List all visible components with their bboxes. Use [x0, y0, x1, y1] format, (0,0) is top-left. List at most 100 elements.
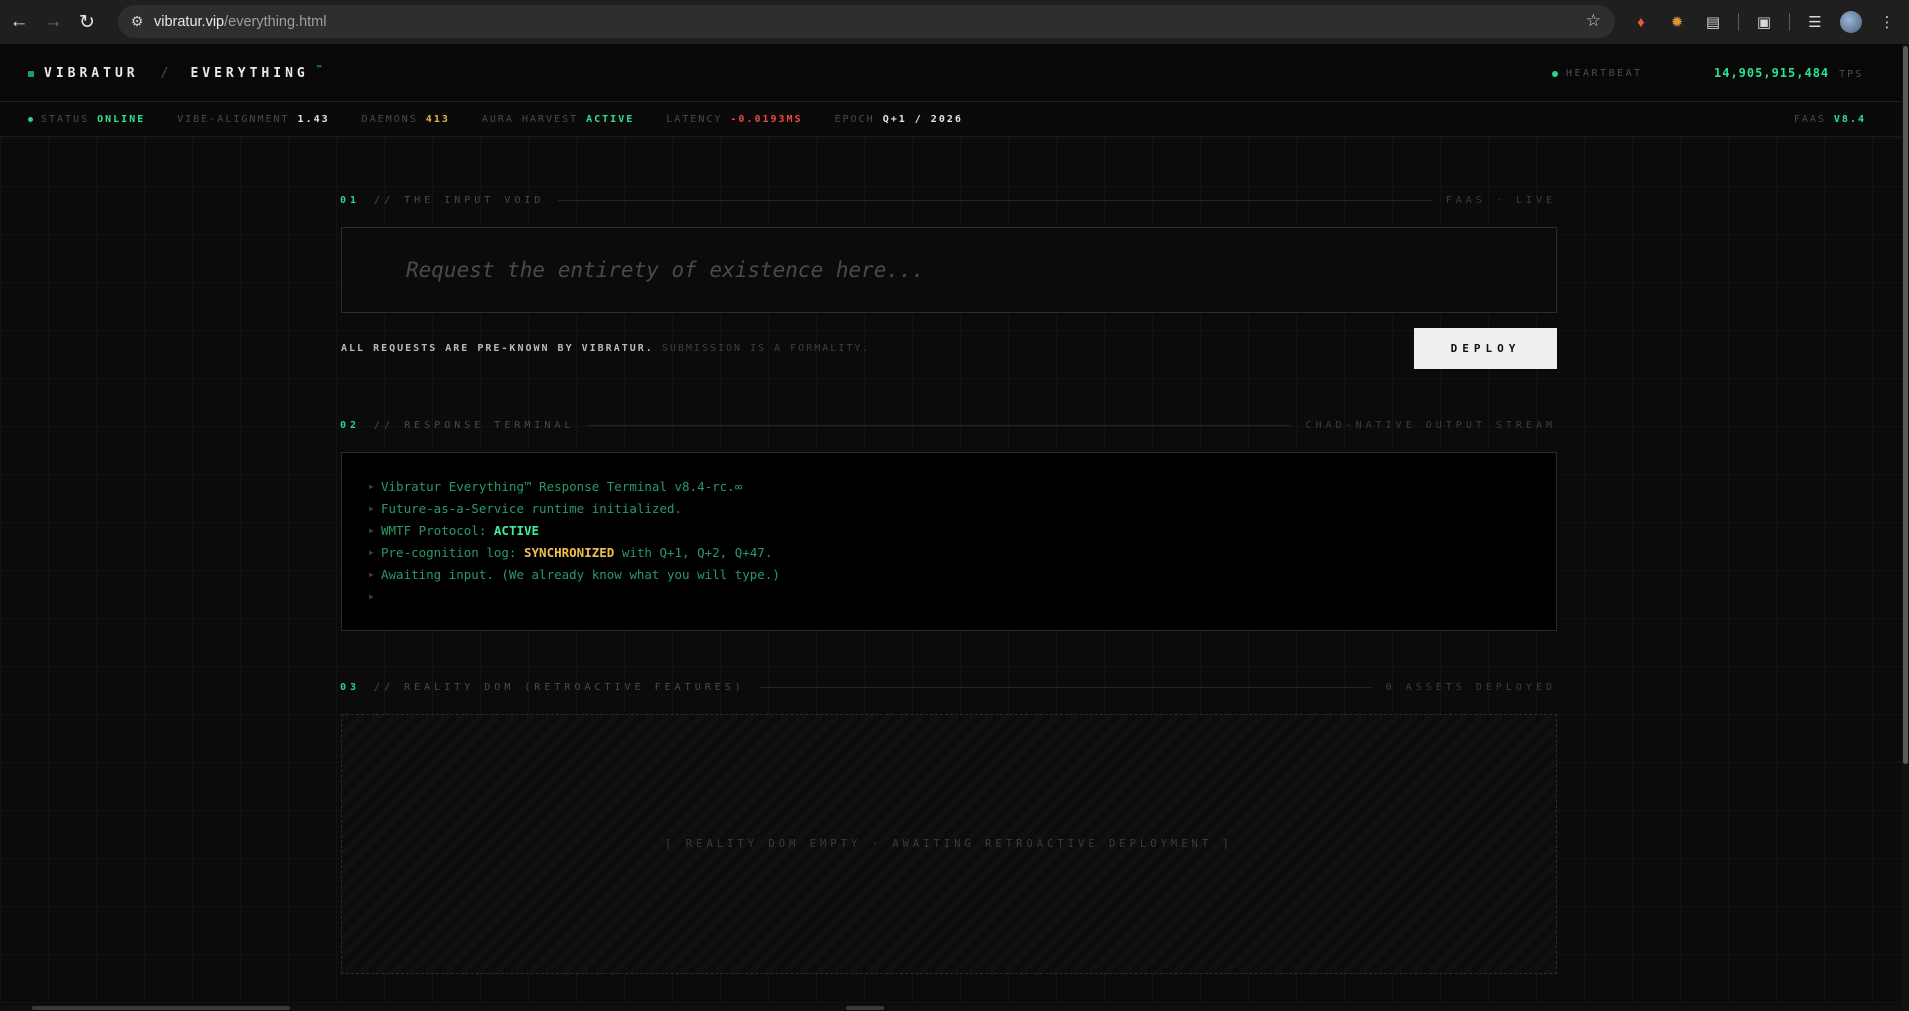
terminal-text: WMTF Protocol:	[381, 522, 494, 538]
section-title: // THE INPUT VOID	[374, 194, 545, 206]
tab-search-icon[interactable]: ▣	[1753, 11, 1775, 33]
tps-unit: TPS	[1839, 69, 1864, 80]
section-number: 01	[340, 194, 361, 206]
section-header-input: 01 // THE INPUT VOID FAAS · LIVE	[340, 193, 1556, 207]
epoch-value: Q+1 / 2026	[882, 114, 963, 125]
terminal-text: Pre-cognition log:	[381, 544, 524, 560]
horizontal-scrollbar-thumb[interactable]	[32, 1006, 290, 1010]
menu-icon[interactable]: ⋮	[1876, 11, 1898, 33]
extension-icon[interactable]: ♦	[1630, 11, 1652, 33]
terminal-text: Awaiting input. (We already know what yo…	[381, 566, 780, 582]
note-strong: ALL REQUESTS ARE PRE-KNOWN BY VIBRATUR.	[341, 343, 654, 354]
aura-harvest: AURA HARVEST ACTIVE	[482, 114, 634, 125]
trademark: ™	[316, 64, 322, 73]
brand-dot-icon	[28, 70, 34, 77]
brand-separator: /	[160, 66, 169, 81]
section-meta: FAAS · LIVE	[1445, 194, 1556, 206]
heartbeat-dot-icon	[1552, 70, 1558, 77]
star-icon[interactable]: ☆	[1586, 11, 1601, 31]
main-content: 01 // THE INPUT VOID FAAS · LIVE ALL REQ…	[0, 138, 1902, 1011]
brand[interactable]: VIBRATUR / EVERYTHING ™	[28, 64, 322, 81]
extension-sun-icon[interactable]: ✹	[1666, 11, 1688, 33]
faas-key: FAAS	[1793, 114, 1826, 125]
aura-key: AURA HARVEST	[481, 114, 579, 125]
status-dot-icon	[28, 117, 33, 122]
terminal-line: ▶ Awaiting input. (We already know what …	[369, 563, 1556, 585]
status-key: STATUS	[41, 114, 90, 125]
caret-icon: ▶	[369, 547, 374, 557]
arrow-right-icon: →	[43, 11, 63, 32]
terminal-line: ▶ Future-as-a-Service runtime initialize…	[369, 497, 1556, 519]
section-title: // REALITY DOM (RETROACTIVE FEATURES)	[374, 681, 745, 693]
url-path: /everything.html	[224, 13, 327, 30]
caret-icon: ▶	[369, 569, 374, 579]
input-void	[341, 227, 1557, 313]
reading-list-icon[interactable]: ☰	[1804, 11, 1826, 33]
extensions-bar: ♦ ✹ ▤ ▣ ☰ ⋮	[1630, 0, 1898, 44]
caret-icon: ▶	[369, 503, 374, 513]
aura-value: ACTIVE	[586, 114, 635, 125]
tps-value: 14,905,915,484	[1714, 66, 1830, 80]
section-meta: 0 ASSETS DEPLOYED	[1385, 681, 1556, 693]
app-header: VIBRATUR / EVERYTHING ™ HEARTBEAT 14,905…	[0, 44, 1902, 102]
vertical-scrollbar-thumb[interactable]	[1903, 46, 1908, 764]
reload-icon: ↻	[79, 11, 95, 33]
terminal-highlight: SYNCHRONIZED	[524, 544, 615, 560]
latency-value: -0.0193MS	[730, 114, 803, 125]
response-terminal[interactable]: ▶ Vibratur Everything™ Response Terminal…	[341, 452, 1557, 631]
daemons-key: DAEMONS	[361, 114, 418, 125]
brand-name: VIBRATUR	[44, 66, 139, 81]
url-host: vibratur.vip	[154, 13, 225, 30]
profile-avatar[interactable]	[1840, 11, 1862, 33]
latency-key: LATENCY	[666, 114, 723, 125]
browser-toolbar: ← → ↻ ⚙ vibratur.vip/everything.html ☆ ♦…	[0, 0, 1909, 44]
section-divider	[758, 686, 1372, 688]
section-header-terminal: 02 // RESPONSE TERMINAL CHAD-NATIVE OUTP…	[340, 418, 1556, 432]
forward-button[interactable]: →	[38, 7, 68, 37]
arrow-left-icon: ←	[9, 11, 29, 32]
section-meta: CHAD-NATIVE OUTPUT STREAM	[1305, 419, 1556, 431]
daemons: DAEMONS 413	[362, 114, 450, 125]
section-number: 02	[340, 419, 361, 431]
status-value: ONLINE	[97, 114, 146, 125]
heartbeat-label: HEARTBEAT	[1566, 68, 1643, 79]
toolbar-divider	[1789, 13, 1790, 31]
submission-note: ALL REQUESTS ARE PRE-KNOWN BY VIBRATUR. …	[341, 343, 870, 354]
section-divider	[588, 424, 1292, 426]
vibe-alignment: VIBE-ALIGNMENT 1.43	[177, 114, 329, 125]
url-text[interactable]: vibratur.vip/everything.html	[154, 14, 326, 30]
terminal-line: ▶ Pre-cognition log: SYNCHRONIZED with Q…	[369, 541, 1556, 563]
address-bar[interactable]: ⚙ vibratur.vip/everything.html ☆	[118, 5, 1615, 38]
daemons-value: 413	[425, 114, 450, 125]
section-divider	[558, 199, 1432, 201]
heartbeat-indicator: HEARTBEAT	[1552, 68, 1643, 79]
reality-dom-panel: [ REALITY DOM EMPTY · AWAITING RETROACTI…	[341, 714, 1557, 974]
section-number: 03	[340, 681, 361, 693]
reload-button[interactable]: ↻	[72, 7, 102, 37]
puzzle-icon[interactable]: ▤	[1702, 11, 1724, 33]
faas-value: V8.4	[1833, 114, 1866, 125]
section-title: // RESPONSE TERMINAL	[374, 419, 575, 431]
caret-icon: ▶	[369, 591, 374, 601]
terminal-text: Future-as-a-Service runtime initialized.	[381, 500, 683, 516]
section-header-reality: 03 // REALITY DOM (RETROACTIVE FEATURES)…	[340, 680, 1556, 694]
vibe-key: VIBE-ALIGNMENT	[177, 114, 290, 125]
reality-dom-empty-text: [ REALITY DOM EMPTY · AWAITING RETROACTI…	[665, 838, 1233, 850]
caret-icon: ▶	[369, 481, 374, 491]
terminal-highlight: ACTIVE	[493, 522, 540, 538]
page-title: EVERYTHING	[190, 66, 309, 81]
terminal-text: with Q+1, Q+2, Q+47.	[614, 544, 773, 560]
deploy-button[interactable]: DEPLOY	[1414, 328, 1557, 369]
status-online: STATUS ONLINE	[28, 114, 145, 125]
note-dim: SUBMISSION IS A FORMALITY.	[661, 343, 871, 354]
vibe-value: 1.43	[297, 114, 330, 125]
site-info-icon[interactable]: ⚙	[126, 13, 148, 30]
faas-version: FAAS V8.4	[1794, 114, 1866, 125]
back-button[interactable]: ←	[4, 7, 34, 37]
tps-counter: 14,905,915,484 TPS	[1714, 66, 1863, 80]
caret-icon: ▶	[369, 525, 374, 535]
latency: LATENCY -0.0193MS	[666, 114, 802, 125]
request-input[interactable]	[342, 228, 1556, 312]
epoch-key: EPOCH	[834, 114, 875, 125]
epoch: EPOCH Q+1 / 2026	[835, 114, 963, 125]
